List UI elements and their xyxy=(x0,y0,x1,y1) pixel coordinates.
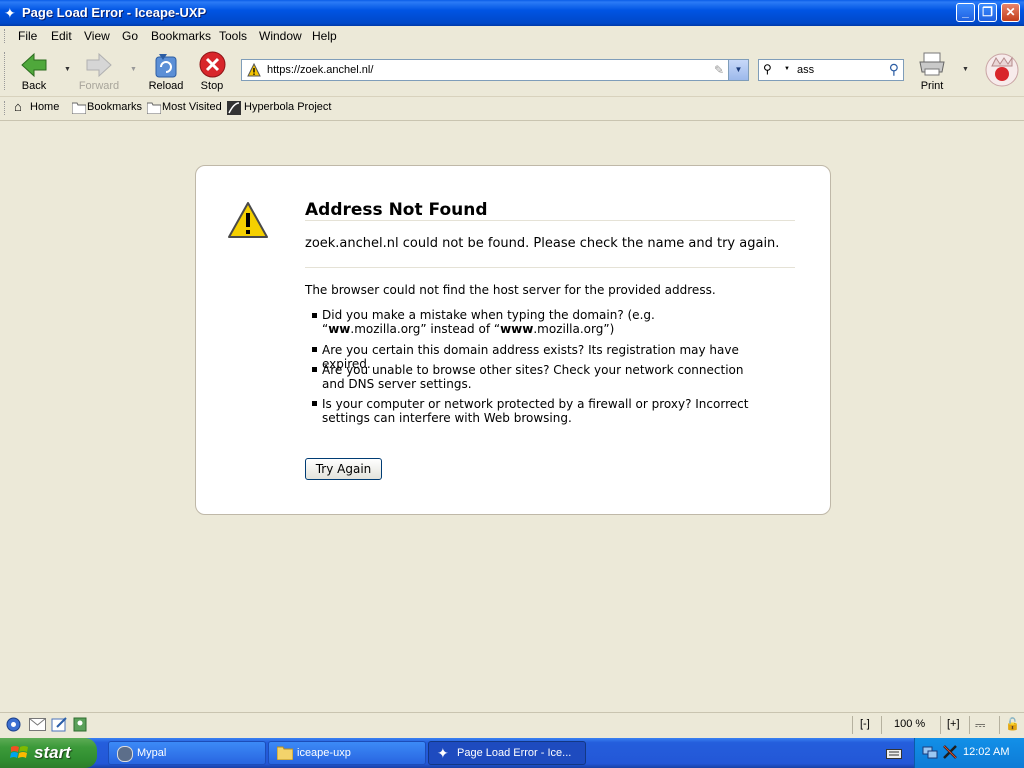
search-engine-dropdown-icon[interactable]: ▼ xyxy=(784,66,790,72)
minimize-button[interactable]: _ xyxy=(956,3,975,22)
zoom-in-button[interactable]: [+] xyxy=(940,716,969,734)
url-bar[interactable]: https://zoek.anchel.nl/ ✎ ▼ xyxy=(241,59,749,81)
warning-icon xyxy=(228,202,268,238)
print-button[interactable]: Print xyxy=(910,49,954,93)
bookmark-home-label: Home xyxy=(30,101,60,113)
forward-dropdown-icon[interactable]: ▼ xyxy=(130,66,137,73)
forward-label: Forward xyxy=(78,80,120,92)
mail-icon[interactable] xyxy=(29,718,46,731)
forward-arrow-icon xyxy=(86,52,112,78)
suggestion-item: Did you make a mistake when typing the d… xyxy=(322,308,655,336)
composer-icon[interactable] xyxy=(51,717,68,732)
menu-tools[interactable]: Tools xyxy=(219,29,247,43)
menu-bookmarks[interactable]: Bookmarks xyxy=(151,29,211,43)
error-short-description: zoek.anchel.nl could not be found. Pleas… xyxy=(305,236,780,251)
taskbar-item-mypal[interactable]: Mypal xyxy=(108,741,266,765)
hyperbola-icon xyxy=(227,101,241,115)
bookmarks-menu[interactable]: Bookmarks xyxy=(72,100,142,117)
bullet xyxy=(312,313,317,318)
home-icon: ⌂ xyxy=(14,99,22,114)
iceape-icon: ✦ xyxy=(437,745,449,761)
taskbar-item-page-load-error[interactable]: ✦ Page Load Error - Ice... xyxy=(428,741,586,765)
print-label: Print xyxy=(920,80,944,92)
search-engine-icon[interactable]: ⚲ xyxy=(763,62,772,76)
network-icon[interactable] xyxy=(922,744,938,760)
reload-button[interactable]: Reload xyxy=(144,49,188,93)
start-label: start xyxy=(34,743,71,762)
bookmark-tag-icon[interactable]: ✎ xyxy=(714,63,724,77)
bullet xyxy=(312,367,317,372)
maximize-button[interactable]: ❐ xyxy=(978,3,997,22)
bullet xyxy=(312,347,317,352)
bookmark-hyperbola[interactable]: Hyperbola Project xyxy=(227,100,337,117)
close-button[interactable]: ✕ xyxy=(1001,3,1020,22)
navigator-icon[interactable] xyxy=(6,717,21,732)
taskbar-item-label: Page Load Error - Ice... xyxy=(457,747,572,759)
forward-button[interactable]: Forward xyxy=(77,49,121,93)
menu-go[interactable]: Go xyxy=(122,29,138,43)
zoom-out-label: [-] xyxy=(860,718,870,730)
taskbar-item-label: iceape-uxp xyxy=(297,747,351,759)
bullet xyxy=(312,401,317,406)
window-title: Page Load Error - Iceape-UXP xyxy=(22,5,207,20)
online-status-icon[interactable]: ⎓ xyxy=(969,716,999,734)
reload-label: Reload xyxy=(148,80,184,92)
address-book-icon[interactable] xyxy=(72,717,88,732)
error-long-description: The browser could not find the host serv… xyxy=(305,283,716,297)
folder-icon xyxy=(147,102,161,114)
taskbar-item-iceape-folder[interactable]: iceape-uxp xyxy=(268,741,426,765)
throbber-icon[interactable] xyxy=(984,52,1020,88)
taskbar-item-label: Mypal xyxy=(137,747,167,759)
bookmark-home[interactable]: ⌂ Home xyxy=(14,99,66,117)
security-lock-icon[interactable]: 🔓 xyxy=(999,716,1024,734)
reload-icon xyxy=(155,54,177,78)
clock: 12:02 AM xyxy=(963,746,1010,758)
bookmarks-grip xyxy=(4,101,8,115)
bookmark-hyperbola-label: Hyperbola Project xyxy=(244,101,332,113)
stop-icon xyxy=(199,51,226,78)
toolbar-grip xyxy=(4,52,8,90)
keyboard-icon[interactable] xyxy=(886,746,902,760)
search-go-icon[interactable]: ⚲ xyxy=(889,61,899,78)
zoom-level[interactable]: 100 % xyxy=(881,716,940,734)
menu-view[interactable]: View xyxy=(84,29,110,43)
bookmark-most-visited-label: Most Visited xyxy=(162,101,222,113)
menu-file[interactable]: File xyxy=(18,29,37,43)
back-button[interactable]: Back xyxy=(12,49,56,93)
url-text[interactable]: https://zoek.anchel.nl/ xyxy=(267,64,373,76)
app-icon: ✦ xyxy=(4,5,16,21)
search-bar[interactable]: ⚲ ▼ ass ⚲ xyxy=(758,59,904,81)
warning-icon xyxy=(247,63,261,77)
try-again-button[interactable]: Try Again xyxy=(305,458,382,480)
mypal-icon xyxy=(117,746,133,762)
suggestion-item: Is your computer or network protected by… xyxy=(322,397,749,425)
printer-icon xyxy=(919,52,945,76)
back-label: Back xyxy=(21,80,47,92)
bookmark-most-visited[interactable]: Most Visited xyxy=(147,100,223,117)
stop-label: Stop xyxy=(200,80,224,92)
zoom-out-button[interactable]: [-] xyxy=(852,716,881,734)
folder-icon xyxy=(277,746,293,760)
menu-help[interactable]: Help xyxy=(312,29,337,43)
description-divider xyxy=(305,267,795,268)
zoom-level-label: 100 % xyxy=(894,718,926,730)
print-dropdown-icon[interactable]: ▼ xyxy=(962,66,969,73)
menu-window[interactable]: Window xyxy=(259,29,302,43)
url-dropdown-icon[interactable]: ▼ xyxy=(728,60,748,80)
error-title: Address Not Found xyxy=(305,200,488,220)
stop-button[interactable]: Stop xyxy=(190,49,234,93)
zoom-in-label: [+] xyxy=(947,718,960,730)
menu-grip xyxy=(4,29,8,43)
search-input[interactable]: ass xyxy=(797,64,814,76)
suggestion-item: Are you unable to browse other sites? Ch… xyxy=(322,363,744,391)
windows-logo-icon xyxy=(10,746,28,758)
title-divider xyxy=(305,220,795,221)
bookmarks-menu-label: Bookmarks xyxy=(87,101,143,113)
back-arrow-icon xyxy=(21,52,47,78)
folder-icon xyxy=(72,102,86,114)
menu-edit[interactable]: Edit xyxy=(51,29,72,43)
back-dropdown-icon[interactable]: ▼ xyxy=(64,66,71,73)
x-app-icon[interactable] xyxy=(942,744,958,760)
error-page-container xyxy=(195,165,831,515)
